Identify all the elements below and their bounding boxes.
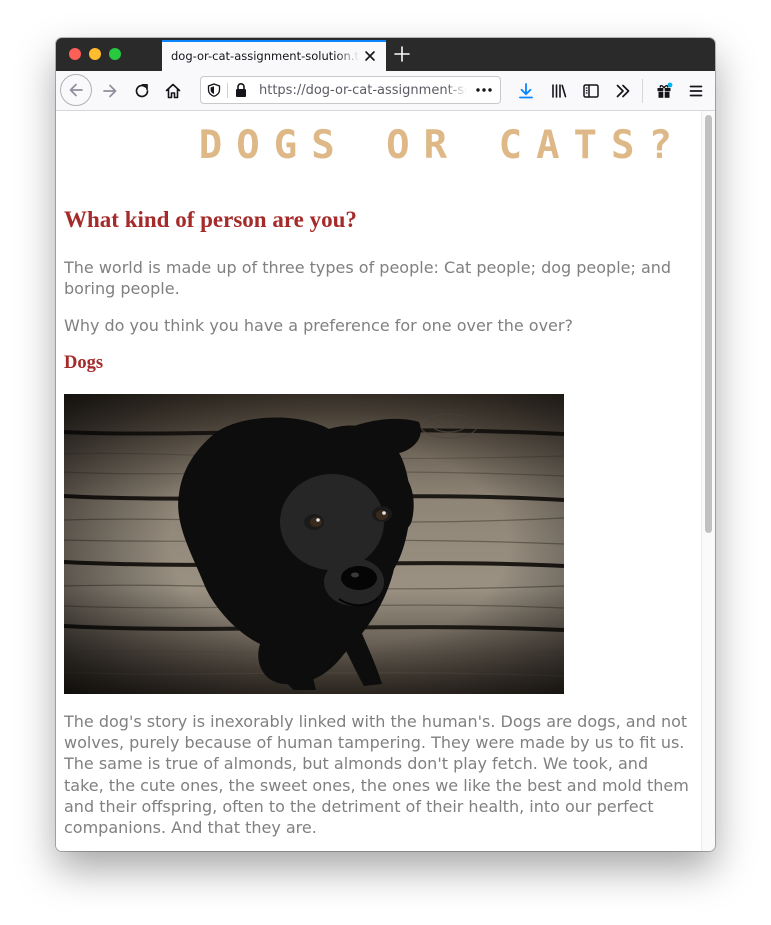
sidebar-button[interactable] [577, 77, 605, 105]
app-menu-button[interactable] [682, 77, 710, 105]
dog-photo [64, 394, 564, 694]
overflow-menu-button[interactable] [609, 77, 637, 105]
dogs-paragraph: The dog's story is inexorably linked wit… [64, 712, 689, 838]
close-icon[interactable] [363, 49, 377, 63]
lock-icon[interactable] [234, 82, 248, 98]
toolbar-divider [642, 79, 643, 103]
home-button[interactable] [159, 77, 187, 105]
back-arrow-icon [69, 83, 83, 97]
scrollbar-thumb[interactable] [705, 115, 712, 533]
forward-button[interactable] [96, 77, 124, 105]
navigation-toolbar: https://dog-or-cat-assignment-solution.t… [56, 71, 715, 111]
intro-paragraph-1: The world is made up of three types of p… [64, 258, 672, 298]
library-button[interactable] [545, 77, 573, 105]
reload-icon [135, 83, 149, 98]
gift-icon [657, 82, 673, 98]
page-content: DOGS OR CATS? What kind of person are yo… [56, 111, 701, 851]
close-window-button[interactable] [69, 48, 81, 60]
chevron-double-right-icon [616, 84, 630, 98]
browser-window: dog-or-cat-assignment-solution.thimble [56, 38, 715, 851]
minimize-window-button[interactable] [89, 48, 101, 60]
sidebar-icon [583, 84, 599, 98]
reload-button[interactable] [128, 77, 156, 105]
forward-arrow-icon [103, 84, 117, 98]
intro-paragraph-2: Why do you think you have a preference f… [64, 316, 573, 335]
tab-active[interactable]: dog-or-cat-assignment-solution.thimble [162, 40, 386, 71]
address-bar[interactable]: https://dog-or-cat-assignment-solution.t… [200, 76, 501, 104]
download-arrow-icon [519, 83, 533, 99]
zoom-window-button[interactable] [109, 48, 121, 60]
tab-strip: dog-or-cat-assignment-solution.thimble [56, 38, 715, 71]
back-button[interactable] [60, 74, 92, 106]
url-text[interactable]: https://dog-or-cat-assignment-solution.t… [259, 83, 467, 98]
address-bar-divider [227, 83, 228, 98]
page-heading: What kind of person are you? [64, 207, 357, 232]
library-icon [552, 84, 567, 98]
plus-icon[interactable] [394, 46, 410, 62]
home-icon [165, 83, 181, 99]
shield-icon[interactable] [207, 83, 221, 97]
vertical-scrollbar[interactable] [701, 111, 715, 851]
whats-new-button[interactable] [650, 77, 678, 105]
downloads-button[interactable] [512, 77, 540, 105]
site-title: DOGS OR CATS? [198, 123, 686, 168]
tab-title: dog-or-cat-assignment-solution.thimble [171, 49, 359, 63]
more-dots-icon[interactable] [474, 81, 494, 99]
dogs-heading: Dogs [64, 353, 104, 373]
hamburger-menu-icon [689, 85, 703, 97]
dog-photo-illustration [64, 394, 564, 694]
